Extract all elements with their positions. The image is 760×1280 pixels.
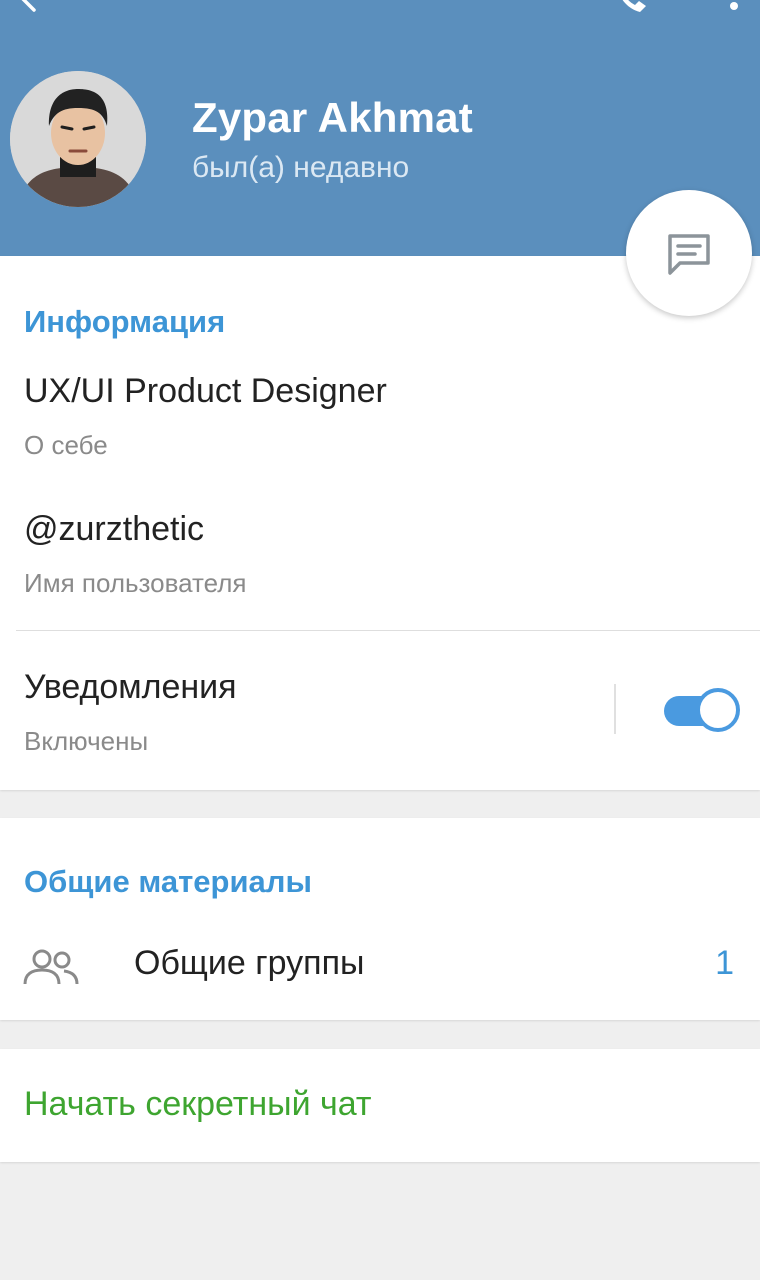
notifications-status: Включены	[24, 726, 149, 756]
info-card: Информация UX/UI Product Designer О себе…	[0, 256, 760, 790]
message-icon	[668, 234, 710, 275]
secret-chat-card: Начать секретный чат	[0, 1049, 760, 1162]
shared-media-card: Общие материалы Общие группы 1	[0, 818, 760, 1020]
avatar[interactable]	[10, 71, 146, 207]
info-section-title: Информация	[24, 304, 226, 339]
phone-icon[interactable]	[610, 0, 650, 18]
username-label: Имя пользователя	[24, 568, 247, 598]
divider	[16, 630, 760, 631]
groups-icon	[23, 949, 79, 985]
bio-value[interactable]: UX/UI Product Designer	[24, 372, 387, 411]
notifications-toggle[interactable]	[662, 688, 740, 732]
toggle-knob	[696, 688, 740, 732]
back-arrow-icon[interactable]	[14, 0, 44, 12]
username-value[interactable]: @zurzthetic	[24, 510, 204, 549]
start-secret-chat-button[interactable]: Начать секретный чат	[24, 1085, 371, 1124]
profile-screen: Zypar Akhmat был(а) недавно Информация U…	[0, 0, 760, 1280]
vertical-separator	[614, 684, 616, 734]
shared-groups-label: Общие группы	[134, 944, 365, 982]
profile-name: Zypar Akhmat	[192, 94, 473, 141]
bio-label: О себе	[24, 430, 108, 460]
shared-groups-count: 1	[715, 944, 734, 982]
profile-status: был(а) недавно	[192, 151, 410, 184]
avatar-image	[10, 71, 146, 207]
message-button[interactable]	[626, 190, 752, 316]
shared-section-title: Общие материалы	[24, 864, 312, 899]
more-vertical-icon[interactable]	[722, 0, 746, 20]
notifications-label[interactable]: Уведомления	[24, 668, 237, 707]
